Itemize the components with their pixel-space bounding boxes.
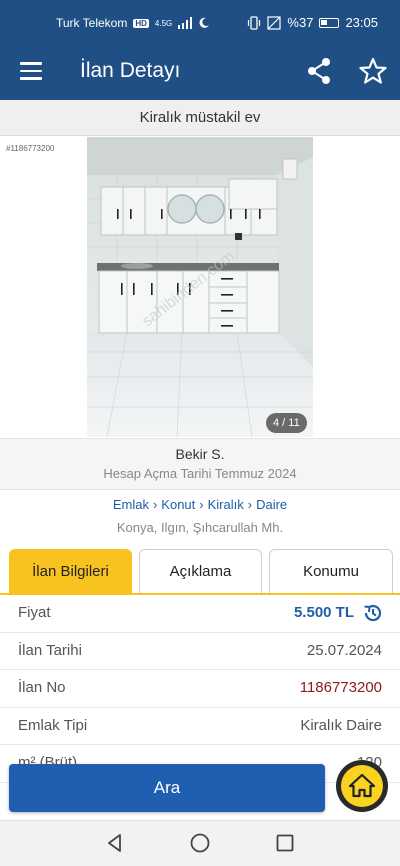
breadcrumb-item-daire[interactable]: Daire [256, 497, 287, 512]
photo-gallery[interactable]: #1186773200 sahibinden.com 4 / 11 [0, 137, 400, 437]
menu-icon[interactable] [20, 62, 42, 80]
system-nav-bar [0, 821, 400, 866]
breadcrumb: Emlak › Konut › Kiralık › Daire [0, 497, 400, 512]
network-type: 4.5G [154, 18, 173, 28]
info-row-date: İlan Tarihi 25.07.2024 [0, 633, 400, 670]
star-icon[interactable] [358, 56, 388, 86]
app-bar: İlan Detayı [0, 44, 400, 100]
info-list: Fiyat 5.500 TL İlan Tarihi 25.07.2024 İl… [0, 595, 400, 783]
price-history-icon[interactable] [362, 602, 384, 624]
listing-id-tag: #1186773200 [6, 144, 55, 153]
info-value: Kiralık Daire [300, 716, 382, 734]
carrier-name: Turk Telekom [56, 16, 128, 30]
info-row-price: Fiyat 5.500 TL [0, 595, 400, 633]
listing-photo[interactable]: sahibinden.com 4 / 11 [87, 137, 313, 437]
info-label: İlan No [18, 679, 66, 696]
seller-name: Bekir S. [175, 446, 225, 462]
seller-account-date: Hesap Açma Tarihi Temmuz 2024 [103, 466, 297, 481]
status-left: Turk Telekom HD 4.5G [56, 16, 210, 30]
breadcrumb-item-konut[interactable]: Konut [161, 497, 195, 512]
home-button-inner [341, 765, 383, 807]
price-value: 5.500 TL [293, 604, 354, 621]
listing-title: Kiralık müstakil ev [0, 100, 400, 136]
breadcrumb-separator: › [152, 497, 158, 512]
clock: 23:05 [345, 15, 378, 30]
home-icon [348, 773, 376, 798]
home-circle-icon[interactable] [189, 832, 211, 854]
signal-icon [178, 17, 193, 29]
breadcrumb-separator: › [199, 497, 204, 512]
recent-apps-icon[interactable] [274, 832, 296, 854]
wifi-icon [267, 15, 282, 30]
location-text: Konya, Ilgın, Şıhcarullah Mh. [116, 520, 284, 535]
breadcrumb-item-kiralik[interactable]: Kiralık [208, 497, 244, 512]
info-row-listing-no: İlan No 1186773200 [0, 670, 400, 708]
seller-card[interactable]: Bekir S. Hesap Açma Tarihi Temmuz 2024 [0, 438, 400, 490]
app-title: İlan Detayı [80, 59, 181, 82]
breadcrumb-item-emlak[interactable]: Emlak [113, 497, 149, 512]
info-value: 25.07.2024 [306, 641, 382, 659]
info-label: İlan Tarihi [18, 641, 82, 659]
battery-percent: %37 [287, 15, 314, 30]
share-icon[interactable] [306, 57, 332, 85]
tab-ilan-bilgileri[interactable]: İlan Bilgileri [9, 549, 132, 593]
hd-badge: HD [133, 18, 149, 28]
back-icon[interactable] [104, 832, 126, 854]
tab-konumu[interactable]: Konumu [269, 549, 393, 593]
photo-counter: 4 / 11 [266, 413, 307, 433]
breadcrumb-separator: › [247, 497, 253, 512]
battery-icon [319, 17, 340, 28]
moon-icon [199, 17, 210, 28]
kitchen-image: sahibinden.com [87, 137, 313, 437]
info-row-property-type: Emlak Tipi Kiralık Daire [0, 708, 400, 745]
tab-bar: İlan Bilgileri Açıklama Konumu [9, 549, 393, 593]
home-button[interactable] [336, 760, 388, 812]
vibrate-icon [248, 15, 261, 30]
listing-no-value: 1186773200 [299, 679, 382, 696]
info-label: Emlak Tipi [18, 716, 88, 734]
status-right: %37 23:05 [247, 15, 378, 30]
call-button[interactable]: Ara [9, 764, 325, 812]
tab-aciklama[interactable]: Açıklama [139, 549, 262, 593]
info-label: Fiyat [18, 604, 51, 621]
status-bar: Turk Telekom HD 4.5G %37 23:05 [0, 0, 400, 44]
